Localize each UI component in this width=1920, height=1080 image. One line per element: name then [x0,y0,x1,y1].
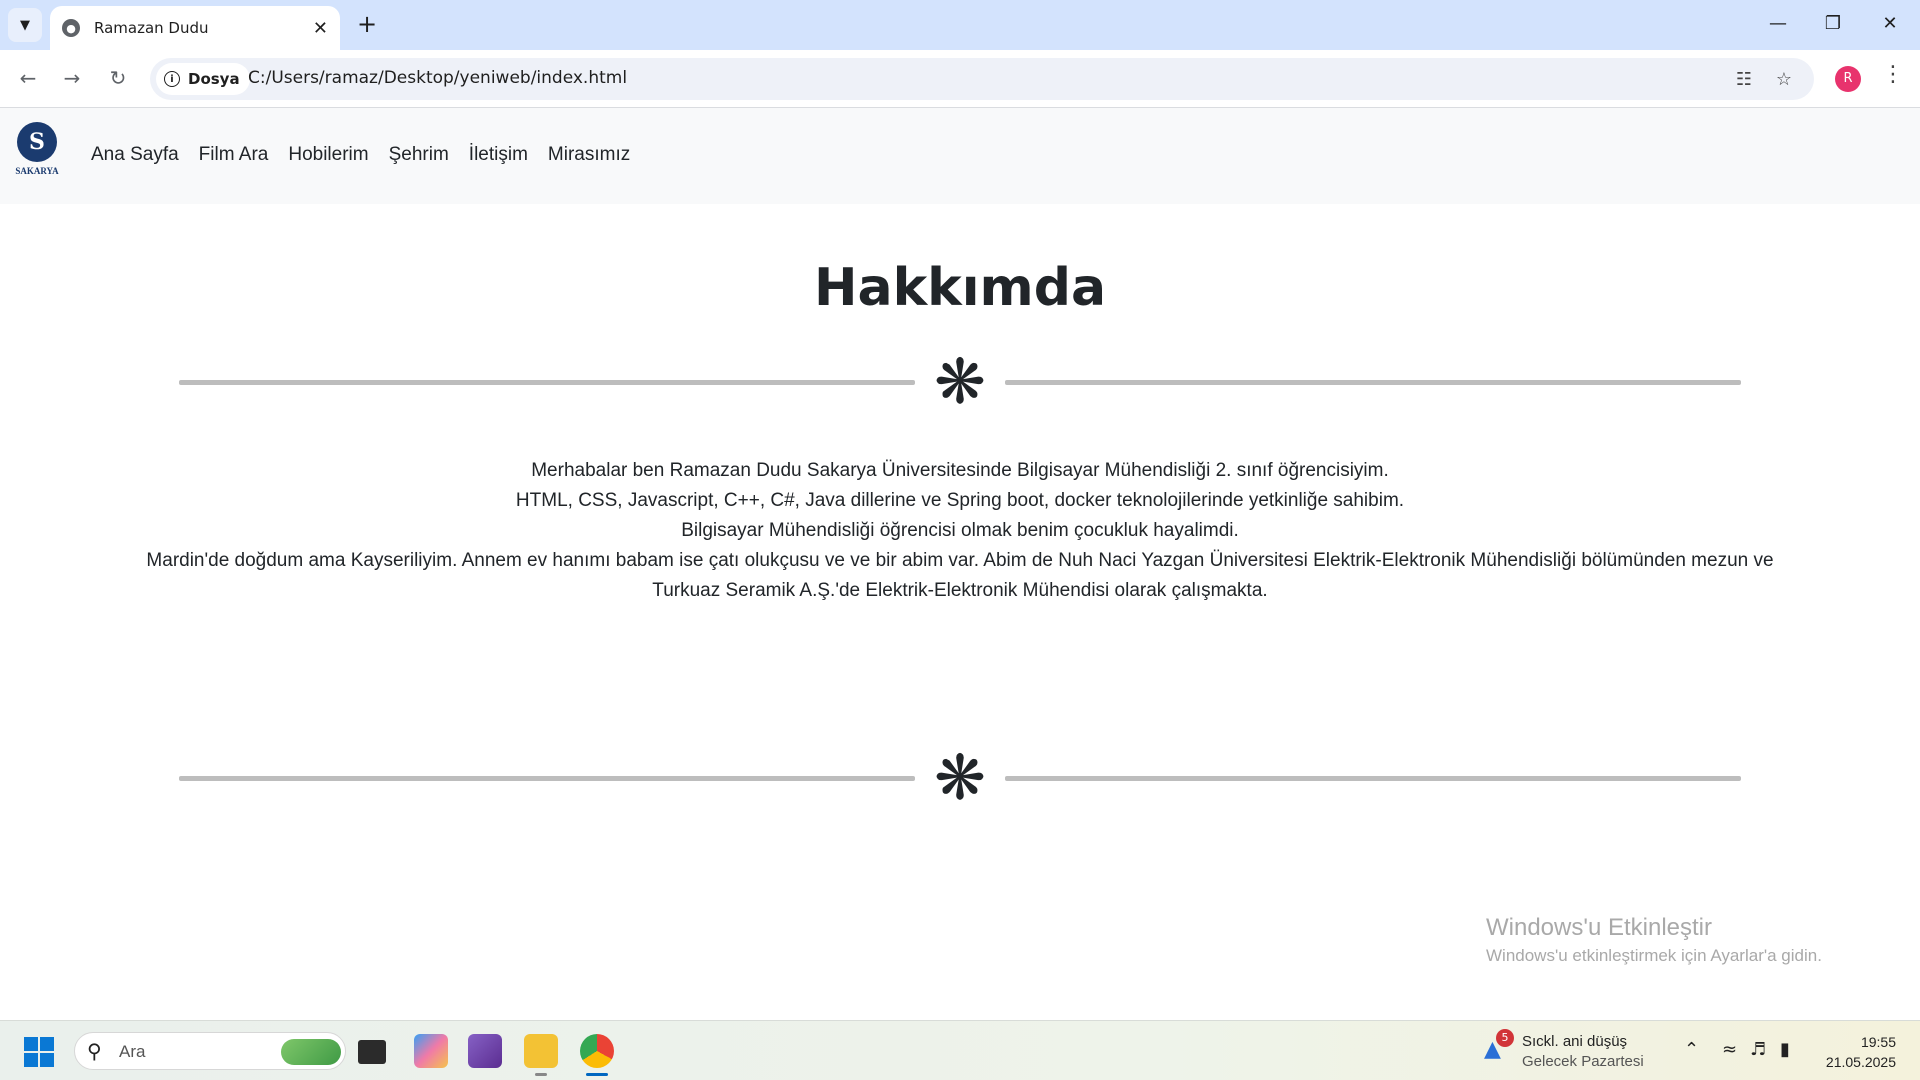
chrome-icon[interactable] [580,1034,614,1068]
taskbar-clock[interactable]: 19:55 21.05.2025 [1810,1032,1896,1072]
divider-line-right [1005,776,1741,781]
search-placeholder: Ara [119,1042,146,1061]
browser-tabstrip: ▼ ● Ramazan Dudu ✕ + — ❐ ✕ [0,0,1920,50]
visual-studio-icon[interactable] [468,1034,502,1068]
taskbar-search[interactable]: ⚲ Ara [74,1032,346,1070]
site-chip-label: Dosya [188,70,240,88]
about-paragraph: Mardin'de doğdum ama Kayseriliyim. Annem… [146,550,1774,601]
browser-toolbar: ← → ↻ i Dosya C:/Users/ramaz/Desktop/yen… [0,50,1920,108]
weather-subtitle: Gelecek Pazartesi [1522,1053,1644,1070]
clock-date: 21.05.2025 [1825,1054,1896,1070]
forward-arrow-icon[interactable]: → [56,62,88,94]
app-indicator [535,1073,547,1076]
nav-link-ana-sayfa[interactable]: Ana Sayfa [91,144,179,166]
about-paragraph: Merhabalar ben Ramazan Dudu Sakarya Üniv… [531,460,1389,481]
task-view-icon[interactable] [358,1040,386,1064]
minimize-button[interactable]: — [1758,8,1798,40]
nav-link-sehrim[interactable]: Şehrim [389,144,449,166]
chevron-up-icon[interactable]: ⌃ [1684,1039,1699,1060]
battery-icon[interactable]: ▮ [1780,1039,1790,1060]
page-title: Hakkımda [813,258,1107,318]
speaker-muted-icon[interactable]: ♬ [1750,1039,1766,1060]
site-navbar: S SAKARYA Ana Sayfa Film Ara Hobilerim Ş… [0,108,1920,204]
tab-search-chevron-icon[interactable]: ▼ [8,8,42,42]
wifi-icon[interactable]: ≈ [1722,1039,1737,1060]
watermark-subtitle: Windows'u etkinleştirmek için Ayarlar'a … [1486,946,1822,965]
about-paragraph: Bilgisayar Mühendisliği öğrencisi olmak … [681,520,1239,541]
logo-emblem-icon: S [17,122,57,162]
snowflake-icon: ❋ [934,345,986,418]
divider-top: ❋ [179,348,1741,416]
translate-icon[interactable]: ☷ [1730,66,1758,94]
browser-tab[interactable]: ● Ramazan Dudu ✕ [50,6,340,50]
info-icon: i [164,71,180,87]
sakarya-logo[interactable]: S SAKARYA [14,122,60,188]
tab-title: Ramazan Dudu [94,19,209,37]
taskbar: ⚲ Ara ▲ 5 Sıckl. ani düşüş Gelecek Pazar… [0,1020,1920,1080]
nav-link-film-ara[interactable]: Film Ara [199,144,269,166]
copilot-icon[interactable] [414,1034,448,1068]
weather-title: Sıckl. ani düşüş [1522,1033,1628,1050]
windows-start-icon[interactable] [24,1037,54,1067]
logo-text: SAKARYA [15,166,59,176]
divider-line-left [179,776,915,781]
watermark-title: Windows'u Etkinleştir [1486,914,1712,941]
close-window-button[interactable]: ✕ [1870,8,1910,40]
site-info-chip[interactable]: i Dosya [156,63,250,95]
reload-icon[interactable]: ↻ [102,62,134,94]
address-bar[interactable]: i Dosya C:/Users/ramaz/Desktop/yeniweb/i… [150,58,1814,100]
weather-badge: 5 [1496,1029,1514,1047]
divider-bottom: ❋ [179,744,1741,812]
search-icon: ⚲ [87,1039,102,1063]
bookmark-star-icon[interactable]: ☆ [1770,66,1798,94]
nav-link-mirasimiz[interactable]: Mirasımız [548,144,630,166]
restore-button[interactable]: ❐ [1813,8,1853,40]
nav-links: Ana Sayfa Film Ara Hobilerim Şehrim İlet… [91,144,650,166]
close-tab-icon[interactable]: ✕ [313,18,328,39]
globe-icon: ● [62,19,80,37]
about-text: Merhabalar ben Ramazan Dudu Sakarya Üniv… [140,456,1780,606]
more-menu-icon[interactable]: ⋮ [1880,62,1906,87]
back-arrow-icon[interactable]: ← [12,62,44,94]
about-paragraph: HTML, CSS, Javascript, C++, C#, Java dil… [515,490,1405,511]
snowflake-icon: ❋ [934,741,986,814]
nav-link-hobilerim[interactable]: Hobilerim [288,144,368,166]
file-explorer-icon[interactable] [524,1034,558,1068]
divider-line-left [179,380,915,385]
nav-link-iletisim[interactable]: İletişim [469,144,528,166]
activation-watermark: Windows'u Etkinleştir Windows'u etkinleş… [1486,914,1822,966]
profile-avatar[interactable]: R [1835,66,1861,92]
search-highlight-icon [281,1039,341,1065]
new-tab-button[interactable]: + [352,10,382,40]
app-indicator-active [586,1073,608,1076]
url-text[interactable]: C:/Users/ramaz/Desktop/yeniweb/index.htm… [248,68,627,88]
divider-line-right [1005,380,1741,385]
clock-time: 19:55 [1860,1034,1896,1050]
